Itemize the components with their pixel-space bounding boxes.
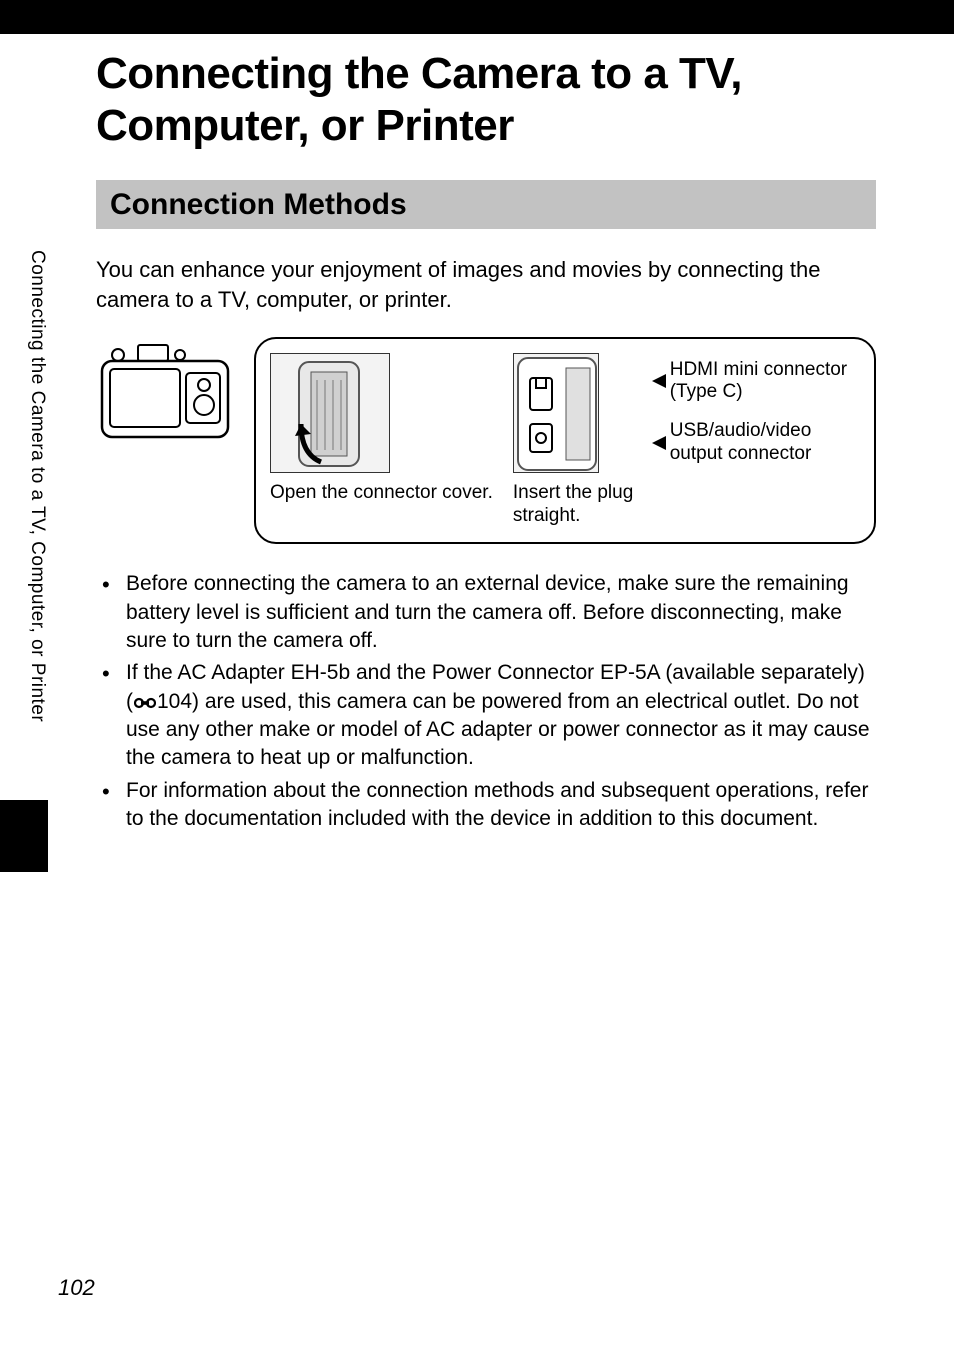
insert-plug-illustration: [513, 353, 599, 473]
camera-illustration: [96, 337, 236, 447]
connector-labels: HDMI mini connector (Type C) USB/audio/v…: [652, 359, 856, 466]
intro-paragraph: You can enhance your enjoyment of images…: [96, 255, 876, 314]
reference-icon: [134, 696, 156, 710]
arrow-left-icon: [652, 374, 666, 388]
arrow-left-icon: [652, 436, 666, 450]
usb-label: USB/audio/video output connector: [670, 420, 856, 466]
bullet-item: If the AC Adapter EH-5b and the Power Co…: [126, 659, 876, 772]
bullet2-ref: 104: [157, 690, 192, 713]
connector-panel: Open the connector cover.: [254, 337, 876, 545]
step-open-cover: Open the connector cover.: [270, 353, 493, 505]
bullet-list: Before connecting the camera to an exter…: [96, 570, 876, 833]
hdmi-label-row: HDMI mini connector (Type C): [652, 359, 856, 405]
side-tab: Connecting the Camera to a TV, Computer,…: [24, 250, 50, 870]
page-number: 102: [58, 1275, 95, 1301]
bullet-item: Before connecting the camera to an exter…: [126, 570, 876, 655]
manual-page: Connecting the Camera to a TV, Computer,…: [0, 0, 954, 1345]
section-header: Connection Methods: [96, 180, 876, 230]
usb-label-row: USB/audio/video output connector: [652, 420, 856, 466]
bullet-item: For information about the connection met…: [126, 777, 876, 834]
top-black-bar: [0, 0, 954, 34]
step-insert-plug: Insert the plug straight. HDMI mini conn…: [513, 353, 856, 529]
open-cover-illustration: [270, 353, 390, 473]
open-cover-caption: Open the connector cover.: [270, 481, 493, 505]
side-tab-marker: [0, 800, 48, 872]
hdmi-label: HDMI mini connector (Type C): [670, 359, 856, 405]
diagram-row: Open the connector cover.: [96, 337, 876, 545]
side-tab-label: Connecting the Camera to a TV, Computer,…: [26, 250, 48, 722]
bullet2-part-b: ) are used, this camera can be powered f…: [126, 690, 870, 770]
insert-plug-caption: Insert the plug straight.: [513, 481, 642, 529]
page-content: Connecting the Camera to a TV, Computer,…: [96, 48, 876, 837]
page-title: Connecting the Camera to a TV, Computer,…: [96, 48, 876, 152]
